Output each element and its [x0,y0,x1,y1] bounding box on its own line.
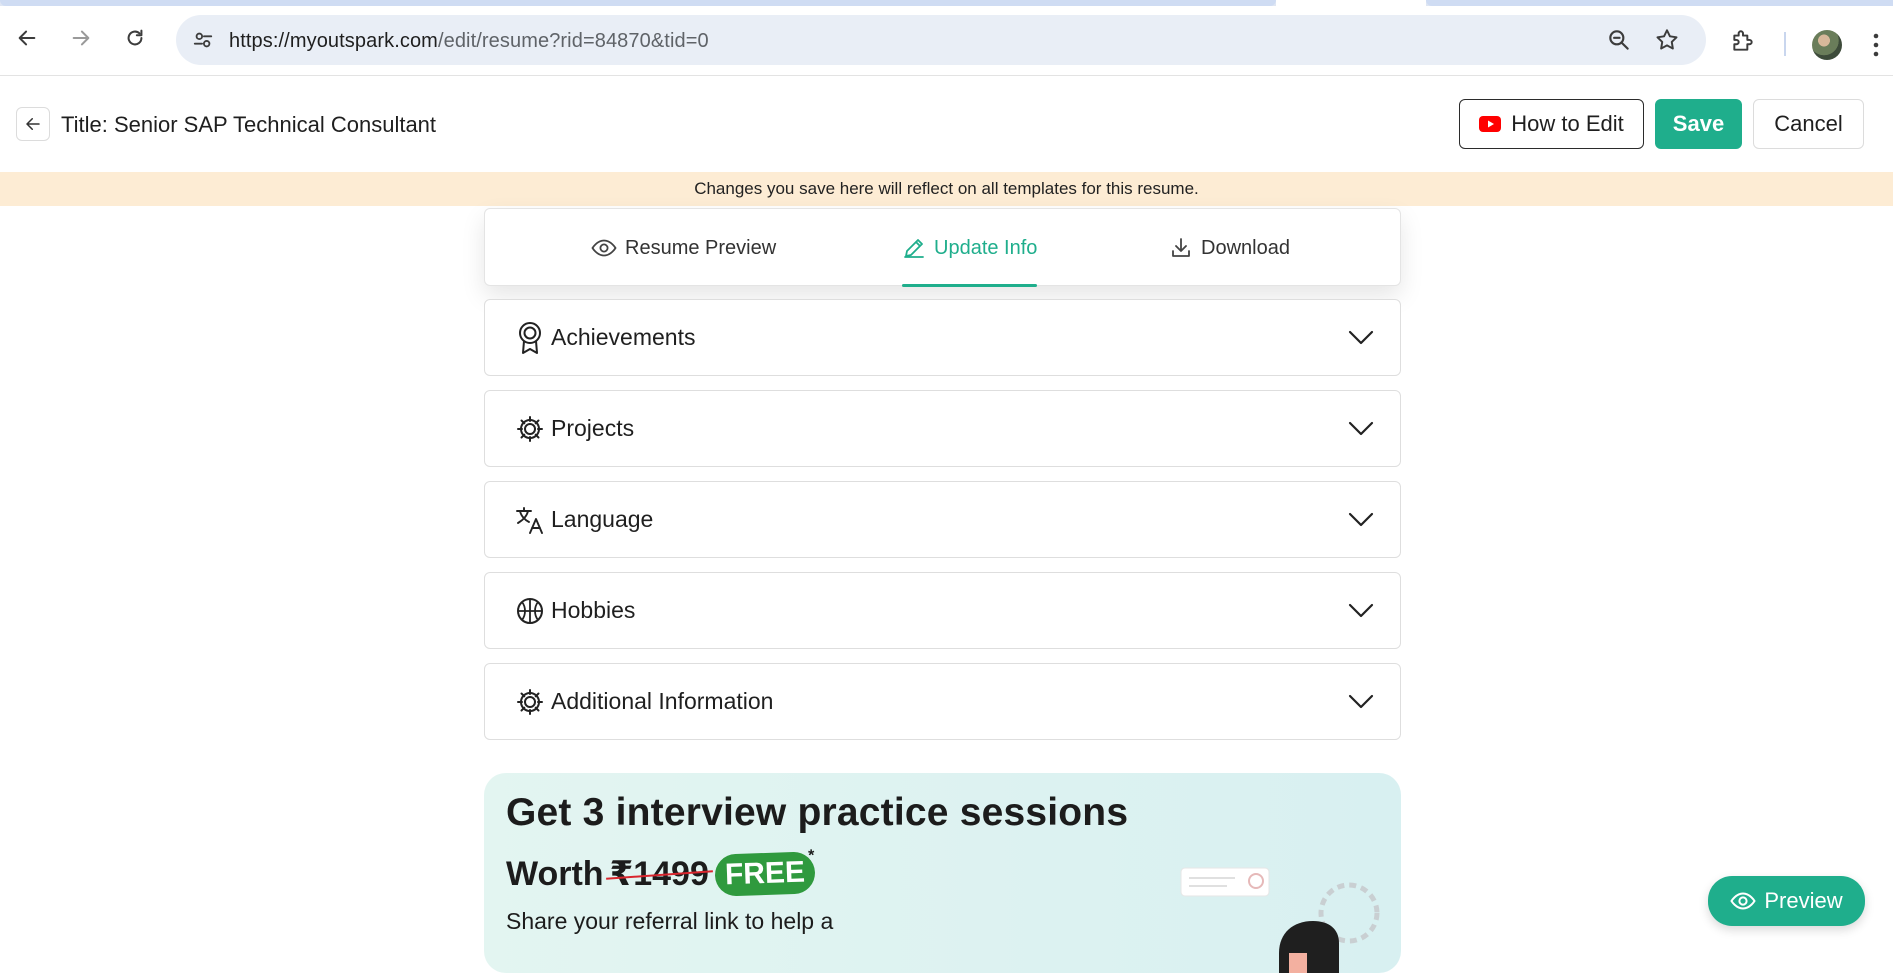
youtube-icon [1479,116,1502,132]
eye-icon [591,239,617,257]
free-badge: FREE * [714,847,816,897]
arrow-left-icon [26,118,40,130]
section-title: Achievements [551,324,696,350]
section-title: Language [551,506,654,532]
address-bar[interactable]: https://myoutspark.com/edit/resume?rid=8… [176,15,1706,65]
free-asterisk: * [807,847,815,865]
section-title: Additional Information [551,688,774,714]
tab-label: Resume Preview [625,236,777,259]
forward-arrow-icon[interactable] [63,20,99,56]
preview-label: Preview [1764,888,1843,913]
page-title: Title: Senior SAP Technical Consultant [61,112,437,137]
section-achievements[interactable]: Achievements [484,299,1401,376]
reload-icon[interactable] [117,20,153,56]
browser-toolbar: https://myoutspark.com/edit/resume?rid=8… [0,6,1893,76]
gear-icon [515,686,545,718]
referral-promo-card[interactable]: Get 3 interview practice sessions Worth … [484,773,1401,973]
notice-banner: Changes you save here will reflect on al… [0,172,1893,206]
bookmark-star-icon[interactable] [1654,27,1680,58]
chevron-down-icon[interactable] [1348,508,1374,535]
editor-header: Title: Senior SAP Technical Consultant H… [0,77,1893,172]
section-hobbies[interactable]: Hobbies [484,572,1401,649]
editor-tabs: Resume Preview Update Info Download [484,208,1401,287]
profile-avatar[interactable] [1812,30,1842,60]
promo-share-text: Share your referral link to help a [506,908,834,934]
promo-headline: Get 3 interview practice sessions [506,791,1129,834]
struck-price: ₹1499 [609,855,709,893]
section-title: Hobbies [551,597,636,623]
save-button[interactable]: Save [1655,99,1742,149]
how-to-edit-label: How to Edit [1511,111,1624,136]
download-icon [1172,238,1190,257]
free-badge-label: FREE [724,855,806,892]
url-text: https://myoutspark.com/edit/resume?rid=8… [229,30,709,53]
more-menu-icon[interactable] [1872,32,1880,63]
chevron-down-icon[interactable] [1348,326,1374,353]
chevron-down-icon[interactable] [1348,417,1374,444]
translate-icon [515,504,545,536]
url-path: /edit/resume?rid=84870&tid=0 [437,30,709,52]
tab-resume-preview[interactable]: Resume Preview [591,209,776,287]
back-arrow-icon[interactable] [9,20,45,56]
zoom-icon[interactable] [1606,27,1632,58]
promo-illustration [1180,867,1380,973]
section-title: Projects [551,415,635,441]
section-language[interactable]: Language [484,481,1401,558]
url-host: https://myoutspark.com [229,30,438,52]
basketball-icon [515,595,545,627]
preview-floating-button[interactable]: Preview [1708,876,1865,926]
toolbar-divider [1784,32,1786,56]
chevron-down-icon[interactable] [1348,599,1374,626]
back-button[interactable] [16,107,50,141]
section-additional-information[interactable]: Additional Information [484,663,1401,740]
site-info-icon[interactable] [188,25,218,55]
gear-icon [515,413,545,445]
pencil-icon [904,239,924,258]
chevron-down-icon[interactable] [1348,690,1374,717]
tab-label: Update Info [934,236,1038,259]
award-icon [515,322,545,354]
tab-download[interactable]: Download [1169,209,1290,287]
tab-update-info[interactable]: Update Info [902,209,1038,287]
promo-worth: Worth ₹1499 FREE * [506,847,816,897]
how-to-edit-button[interactable]: How to Edit [1459,99,1644,149]
section-projects[interactable]: Projects [484,390,1401,467]
cancel-button[interactable]: Cancel [1753,99,1864,149]
tab-label: Download [1201,236,1290,259]
extensions-puzzle-icon[interactable] [1730,28,1756,59]
eye-icon [1730,892,1757,910]
worth-label: Worth [506,854,604,893]
